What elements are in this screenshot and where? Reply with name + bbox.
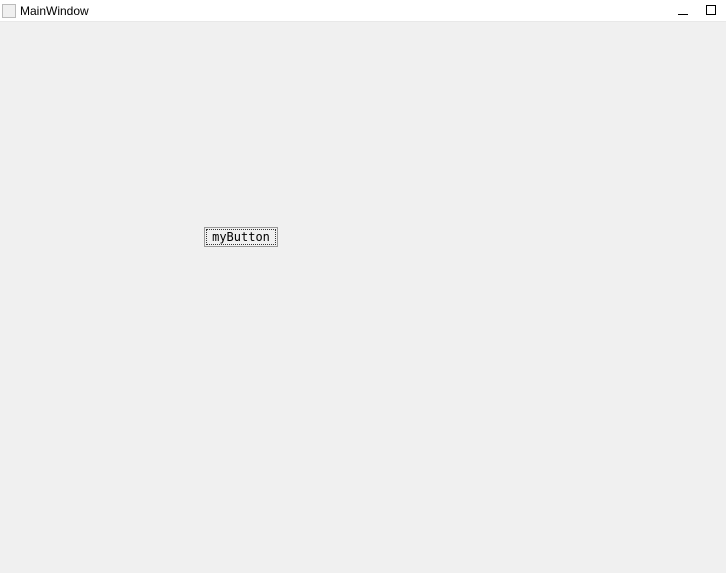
maximize-icon	[706, 5, 716, 15]
minimize-icon	[678, 14, 688, 15]
client-area: myButton	[0, 22, 726, 573]
my-button[interactable]: myButton	[204, 227, 278, 247]
titlebar: MainWindow	[0, 0, 726, 22]
window-controls	[678, 2, 726, 20]
window-title: MainWindow	[20, 4, 678, 18]
maximize-button[interactable]	[706, 2, 716, 20]
app-icon	[2, 4, 16, 18]
minimize-button[interactable]	[678, 2, 688, 20]
